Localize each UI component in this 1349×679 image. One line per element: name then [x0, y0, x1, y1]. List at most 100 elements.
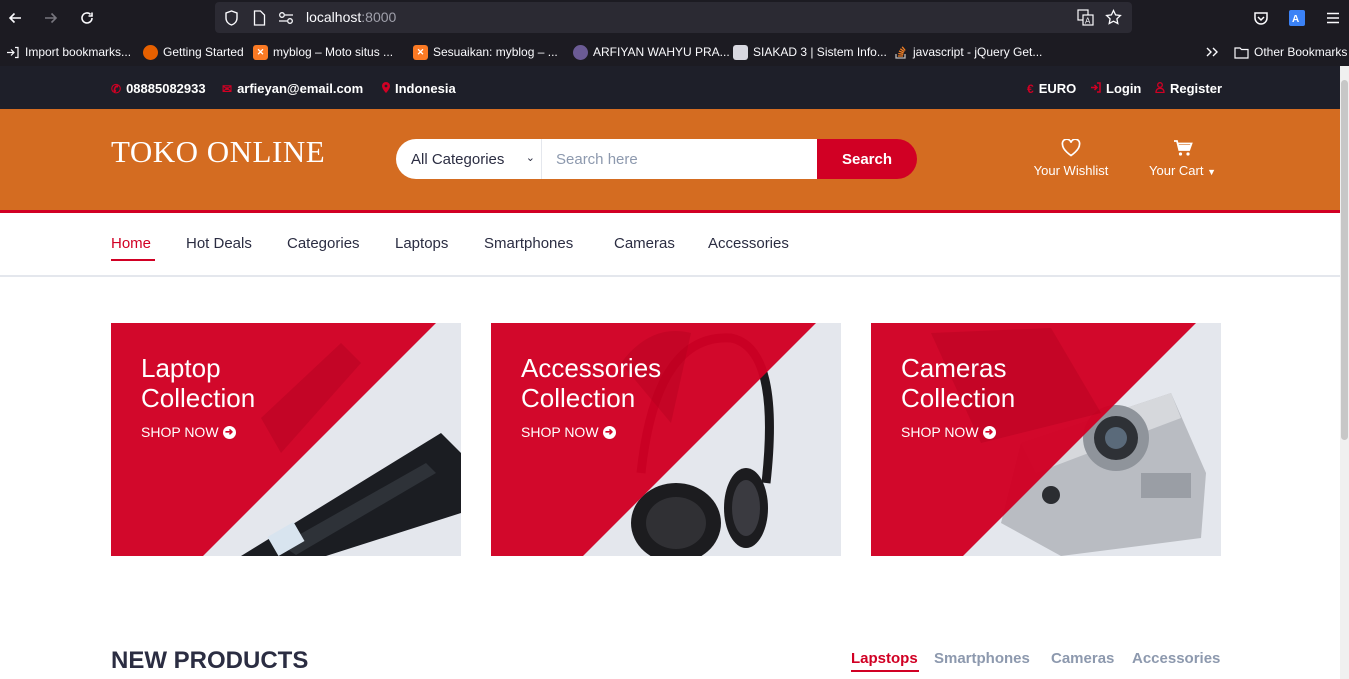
shop-card-title: Laptop Collection	[141, 353, 381, 413]
search-button[interactable]: Search	[817, 139, 917, 179]
shop-card-title-line1: Laptop	[141, 353, 221, 383]
xampp-icon: ✕	[413, 44, 428, 60]
app-menu-icon[interactable]	[1321, 6, 1345, 30]
bookmarks-overflow-icon[interactable]	[1205, 43, 1219, 61]
shop-now-link[interactable]: SHOP NOW ➜	[901, 424, 996, 440]
translate-icon[interactable]: A	[1077, 9, 1094, 26]
email-text: arfieyan@email.com	[237, 81, 364, 96]
nav-hot-deals[interactable]: Hot Deals	[186, 235, 252, 252]
top-bar: ✆ 08885082933 ✉ arfieyan@email.com Indon…	[0, 66, 1340, 109]
svg-text:A: A	[1292, 14, 1299, 25]
heart-icon	[1030, 138, 1112, 161]
category-select[interactable]: All Categories ⌄	[396, 139, 542, 179]
bookmark-item[interactable]: javascript - jQuery Get...	[893, 43, 1042, 61]
shop-now-link[interactable]: SHOP NOW ➜	[521, 424, 616, 440]
translate-extension-icon[interactable]: A	[1285, 6, 1309, 30]
nav-laptops[interactable]: Laptops	[395, 235, 448, 252]
reload-button[interactable]	[75, 6, 99, 30]
tab-laptops[interactable]: Lapstops	[851, 650, 918, 667]
bookmark-item[interactable]: Getting Started	[143, 43, 244, 61]
location-text: Indonesia	[395, 81, 456, 96]
site-logo[interactable]: TOKO ONLINE	[111, 134, 325, 170]
siakad-icon	[733, 44, 748, 60]
register-link[interactable]: Register	[1155, 81, 1222, 96]
search-form: All Categories ⌄ Search here Search	[396, 139, 917, 179]
stackoverflow-icon	[893, 45, 908, 60]
search-input[interactable]: Search here	[542, 139, 818, 179]
bookmark-label: Sesuaikan: myblog – ...	[433, 45, 558, 59]
bookmark-item[interactable]: Import bookmarks...	[5, 43, 131, 61]
nav-cameras[interactable]: Cameras	[614, 235, 675, 252]
phone-link[interactable]: ✆ 08885082933	[111, 81, 206, 96]
bookmark-item[interactable]: ARFIYAN WAHYU PRA...	[573, 43, 730, 61]
shop-now-label: SHOP NOW	[901, 424, 979, 440]
back-button[interactable]	[3, 6, 27, 30]
address-bar[interactable]: localhost:8000 A	[215, 2, 1132, 33]
bookmark-item[interactable]: SIAKAD 3 | Sistem Info...	[733, 43, 887, 61]
arrow-circle-right-icon: ➜	[982, 425, 996, 439]
nav-smartphones[interactable]: Smartphones	[484, 235, 573, 252]
currency-text: EURO	[1038, 81, 1077, 96]
other-bookmarks-label: Other Bookmarks	[1254, 45, 1348, 59]
shop-card-laptop[interactable]: Laptop Collection SHOP NOW ➜	[111, 323, 461, 556]
active-nav-indicator	[111, 259, 155, 261]
permissions-icon[interactable]	[277, 9, 294, 26]
page-icon	[251, 9, 268, 26]
active-tab-indicator	[851, 670, 919, 672]
url-host: localhost	[306, 9, 362, 25]
wishlist-button[interactable]: Your Wishlist	[1030, 138, 1112, 178]
location-link[interactable]: Indonesia	[382, 81, 456, 96]
sign-in-icon	[1090, 81, 1101, 96]
currency-link[interactable]: € EURO	[1027, 81, 1076, 96]
bookmark-label: Import bookmarks...	[25, 45, 132, 59]
login-text: Login	[1106, 81, 1142, 96]
login-link[interactable]: Login	[1090, 81, 1141, 96]
main-header: TOKO ONLINE All Categories ⌄ Search here…	[0, 109, 1340, 210]
shop-card-title-line1: Accessories	[521, 353, 662, 383]
shop-card-title: Accessories Collection	[521, 353, 761, 413]
register-text: Register	[1170, 81, 1223, 96]
wishlist-label: Your Wishlist	[1033, 163, 1109, 178]
bookmark-item[interactable]: ✕ myblog – Moto situs ...	[253, 43, 393, 61]
url-text: localhost:8000	[306, 9, 396, 25]
shield-icon[interactable]	[223, 9, 240, 26]
svg-text:A: A	[1085, 17, 1091, 26]
university-icon	[573, 44, 588, 60]
other-bookmarks-folder[interactable]: Other Bookmarks	[1234, 43, 1347, 61]
shop-now-link[interactable]: SHOP NOW ➜	[141, 424, 236, 440]
pocket-icon[interactable]	[1249, 6, 1273, 30]
bookmark-label: SIAKAD 3 | Sistem Info...	[753, 45, 887, 59]
shop-card-accessories[interactable]: Accessories Collection SHOP NOW ➜	[491, 323, 841, 556]
shop-card-title-line2: Collection	[141, 383, 256, 413]
category-selected: All Categories	[411, 151, 505, 168]
bookmark-label: myblog – Moto situs ...	[273, 45, 394, 59]
bookmark-label: ARFIYAN WAHYU PRA...	[593, 45, 730, 59]
nav-categories[interactable]: Categories	[287, 235, 360, 252]
tab-accessories[interactable]: Accessories	[1132, 650, 1220, 667]
nav-accessories[interactable]: Accessories	[708, 235, 789, 252]
page-scrollbar[interactable]	[1340, 66, 1349, 679]
bookmark-label: Getting Started	[163, 45, 244, 59]
scrollbar-thumb[interactable]	[1341, 80, 1348, 440]
shopping-cart-icon	[1145, 139, 1220, 161]
url-port: :8000	[361, 9, 397, 25]
cart-button[interactable]: Your Cart ▼	[1145, 139, 1220, 178]
phone-text: 08885082933	[126, 81, 206, 96]
caret-down-icon: ▼	[1207, 167, 1216, 177]
bookmark-item[interactable]: ✕ Sesuaikan: myblog – ...	[413, 43, 558, 61]
chevron-down-icon: ⌄	[525, 152, 535, 164]
email-link[interactable]: ✉ arfieyan@email.com	[222, 81, 363, 96]
import-icon	[5, 45, 20, 60]
tab-cameras[interactable]: Cameras	[1051, 650, 1114, 667]
phone-icon: ✆	[111, 81, 122, 96]
arrow-circle-right-icon: ➜	[602, 425, 616, 439]
bookmarks-toolbar: Import bookmarks... Getting Started ✕ my…	[0, 38, 1349, 66]
bookmark-label: javascript - jQuery Get...	[913, 45, 1043, 59]
cart-label: Your Cart	[1149, 163, 1204, 178]
folder-icon	[1234, 45, 1249, 60]
forward-button[interactable]	[39, 6, 63, 30]
tab-smartphones[interactable]: Smartphones	[934, 650, 1030, 667]
nav-home[interactable]: Home	[111, 235, 151, 252]
shop-card-cameras[interactable]: Cameras Collection SHOP NOW ➜	[871, 323, 1221, 556]
bookmark-star-icon[interactable]	[1105, 9, 1122, 26]
